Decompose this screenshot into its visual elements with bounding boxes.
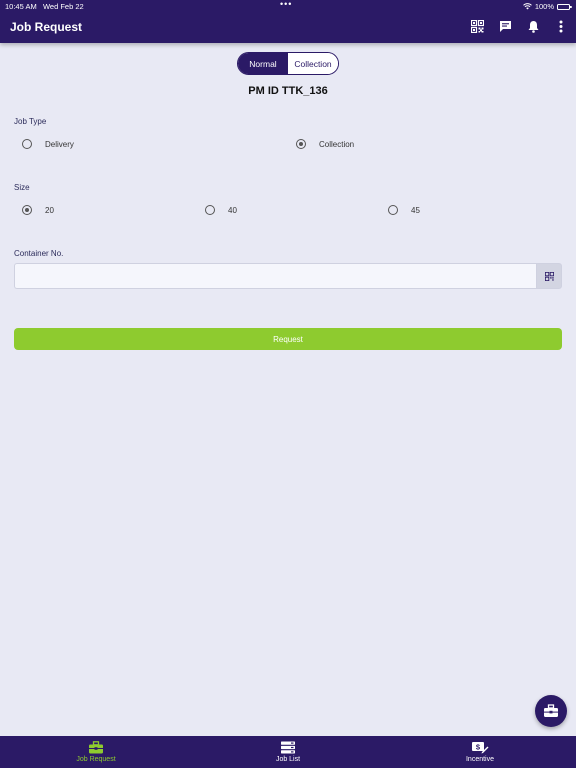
nav-label: Incentive — [465, 756, 495, 763]
nav-item-incentive[interactable]: $ Incentive — [384, 736, 576, 768]
qr-code-icon[interactable] — [470, 19, 484, 33]
radio-icon[interactable] — [22, 139, 32, 149]
page-title: Job Request — [10, 20, 83, 34]
radio-icon[interactable] — [388, 205, 398, 215]
job-type-option-label: Collection — [319, 139, 355, 149]
size-option-label: 20 — [45, 205, 54, 215]
app-bar: 10:45 AM Wed Feb 22 ••• 100% Job Request — [0, 0, 576, 43]
nav-label: Job List — [275, 756, 301, 763]
more-vertical-icon[interactable] — [554, 19, 568, 33]
battery-icon — [557, 3, 572, 10]
size-option-45[interactable]: 45 — [388, 205, 420, 215]
job-type-label: Job Type — [14, 117, 47, 126]
briefcase-icon — [89, 741, 103, 754]
floating-action-button[interactable] — [535, 695, 567, 727]
request-button[interactable]: Request — [14, 328, 562, 350]
bell-icon[interactable] — [526, 19, 540, 33]
list-icon — [281, 741, 295, 754]
status-right: 100% — [522, 2, 572, 11]
toolbox-icon — [544, 704, 558, 717]
bottom-navigation: Job Request Job List $ Incentive — [0, 736, 576, 768]
size-option-20[interactable]: 20 — [22, 205, 54, 215]
container-label: Container No. — [14, 249, 64, 258]
mode-option-normal[interactable]: Normal — [238, 53, 288, 74]
pm-id-heading: PM ID TTK_136 — [248, 85, 328, 97]
multitask-dots: ••• — [280, 0, 293, 9]
job-type-option-collection[interactable]: Collection — [296, 139, 354, 149]
nav-item-job-request[interactable]: Job Request — [0, 736, 192, 768]
status-time: 10:45 AM Wed Feb 22 — [5, 2, 84, 11]
size-option-40[interactable]: 40 — [205, 205, 237, 215]
radio-checked-icon[interactable] — [296, 139, 306, 149]
mode-toggle: Normal Collection — [237, 52, 339, 75]
wifi-icon — [522, 3, 532, 10]
size-option-label: 40 — [228, 205, 237, 215]
job-type-option-label: Delivery — [45, 139, 74, 149]
qr-scan-icon — [544, 271, 554, 281]
battery-percent: 100% — [534, 2, 554, 11]
size-option-label: 45 — [411, 205, 420, 215]
mode-option-collection[interactable]: Collection — [288, 53, 338, 74]
scan-container-button[interactable] — [536, 263, 562, 289]
money-icon: $ — [472, 742, 489, 754]
message-icon[interactable] — [498, 19, 512, 33]
nav-label: Job Request — [76, 756, 116, 763]
radio-checked-icon[interactable] — [22, 205, 32, 215]
job-type-option-delivery[interactable]: Delivery — [22, 139, 74, 149]
status-bar: 10:45 AM Wed Feb 22 ••• 100% — [0, 0, 576, 11]
size-label: Size — [14, 183, 30, 192]
header-actions — [470, 19, 568, 33]
nav-item-job-list[interactable]: Job List — [192, 736, 384, 768]
radio-icon[interactable] — [205, 205, 215, 215]
container-number-input[interactable] — [14, 263, 536, 289]
